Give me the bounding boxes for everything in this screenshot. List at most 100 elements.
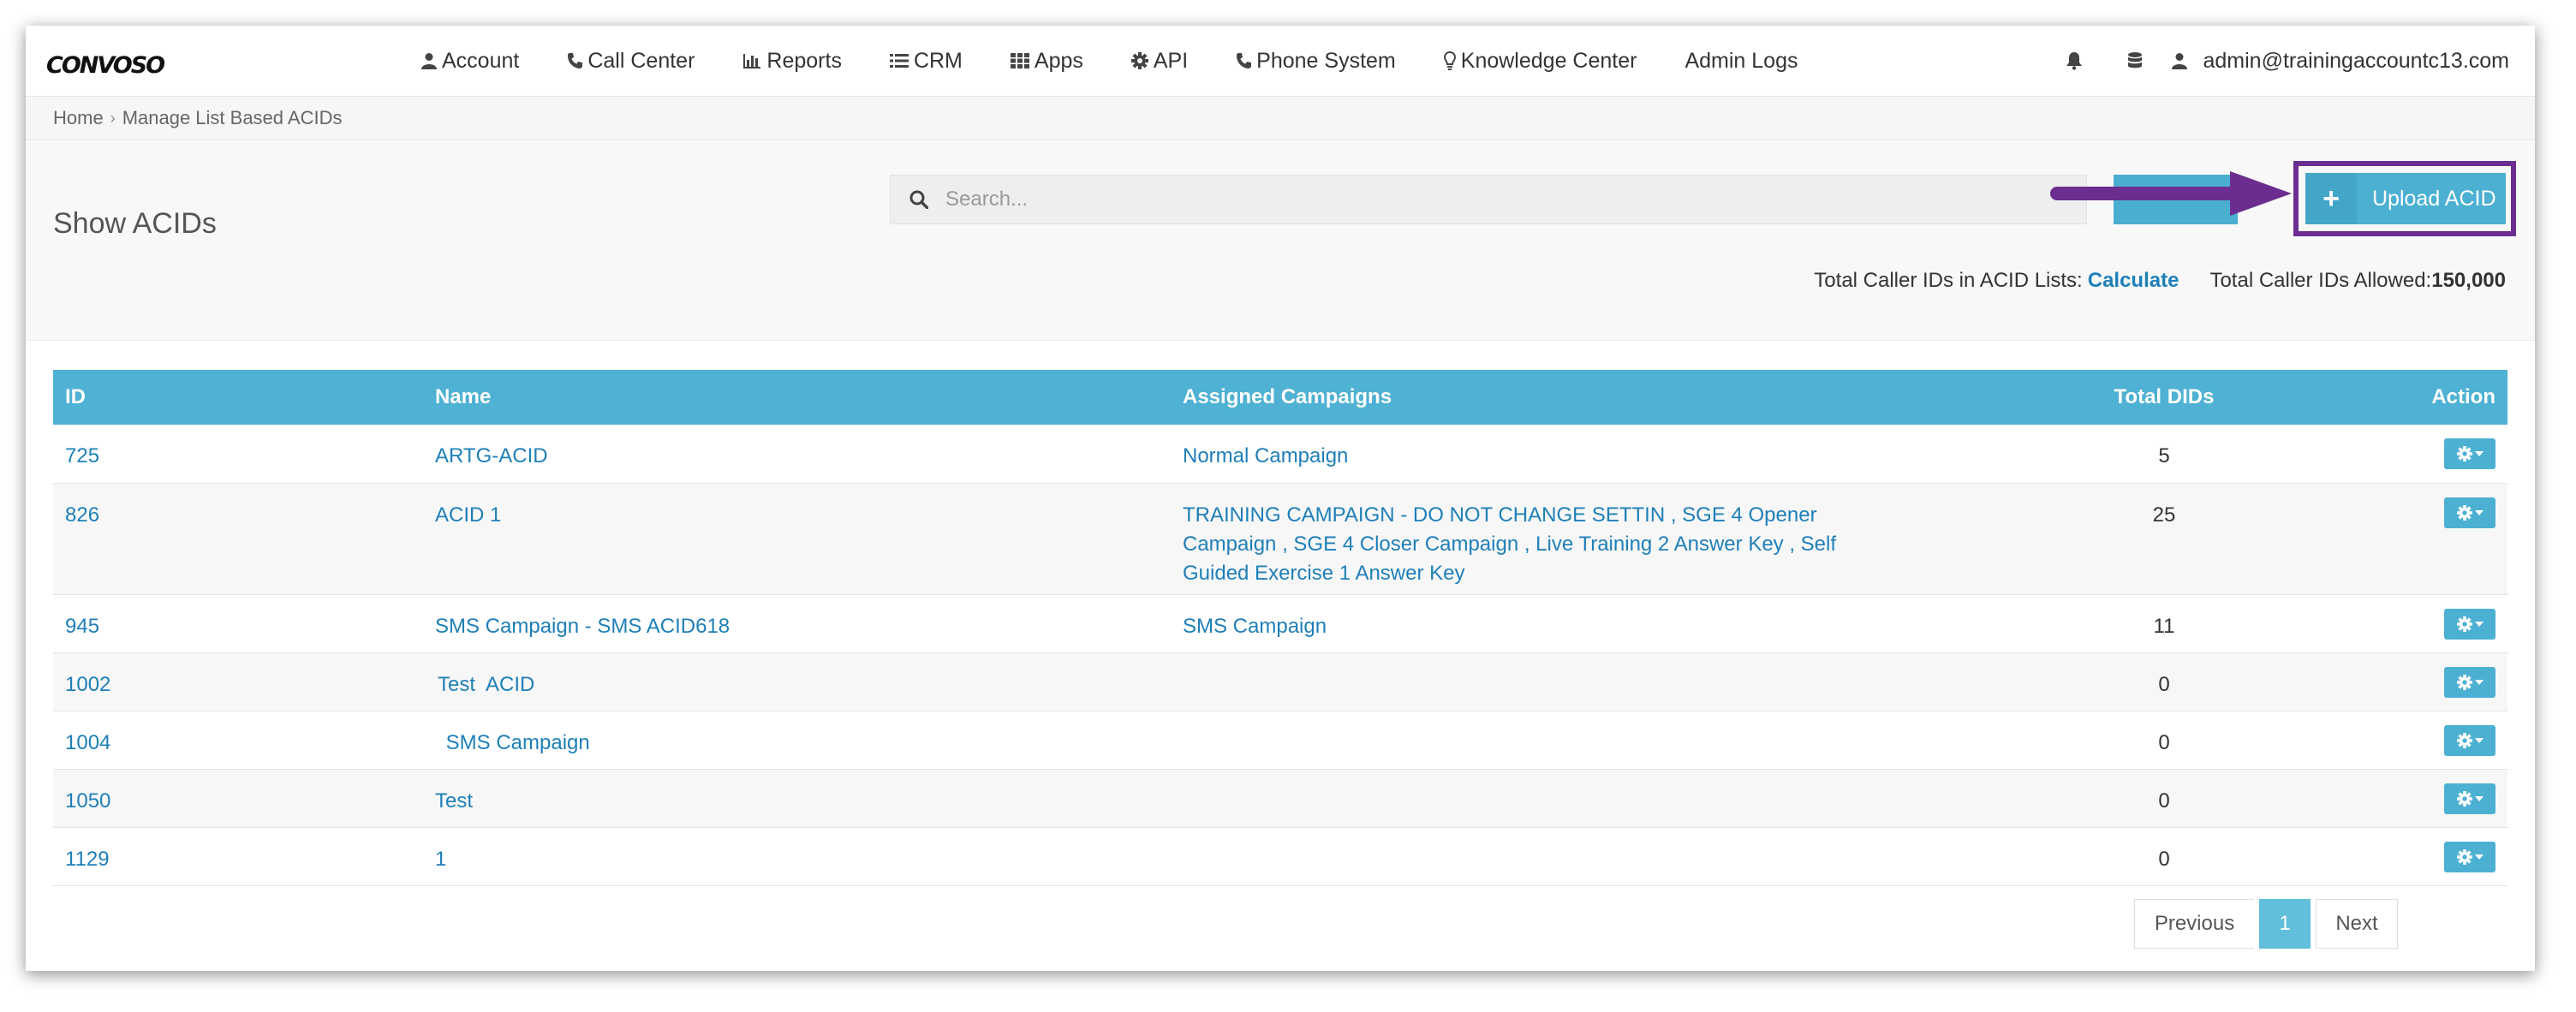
acid-table-container: ID Name Assigned Campaigns Total DIDs Ac…	[53, 370, 2507, 886]
nav-account-label: Account	[442, 48, 520, 73]
row-action-button[interactable]	[2444, 783, 2496, 814]
table-row: 725 ARTG-ACID Normal Campaign 5	[53, 425, 2507, 484]
table-row: 1004 SMS Campaign 0	[53, 711, 2507, 770]
row-name[interactable]: SMS Campaign - SMS ACID618	[423, 594, 1171, 653]
allowed-value: 150,000	[2431, 269, 2506, 292]
next-page-button[interactable]: Next	[2316, 899, 2398, 949]
convoso-logo[interactable]: CONVOSO	[46, 43, 165, 81]
phone-icon	[1237, 53, 1252, 68]
row-id[interactable]: 1004	[53, 711, 423, 770]
calculate-link[interactable]: Calculate	[2088, 269, 2179, 293]
caret-down-icon	[2474, 737, 2484, 743]
header-panel: Show ACIDs + Upload ACID Total Caller ID…	[26, 142, 2535, 341]
caret-down-icon	[2474, 509, 2484, 515]
allowed-label: Total Caller IDs Allowed:	[2209, 269, 2432, 292]
nav-admin-logs[interactable]: Admin Logs	[1685, 49, 1798, 74]
row-action-button[interactable]	[2444, 666, 2496, 698]
row-campaigns[interactable]	[1171, 711, 2066, 770]
nav-admin-logs-label: Admin Logs	[1685, 48, 1798, 73]
row-action-button[interactable]	[2444, 724, 2496, 756]
grid-icon	[1010, 53, 1029, 68]
row-id[interactable]: 826	[53, 483, 423, 595]
nav-reports-label: Reports	[766, 48, 842, 73]
nav-apps-label: Apps	[1034, 48, 1083, 73]
navbar-right: admin@trainingaccountc13.com	[2021, 26, 2509, 96]
page-title: Show ACIDs	[53, 207, 217, 240]
nav-reports[interactable]: Reports	[742, 49, 842, 74]
arrow-annotation-icon	[2050, 171, 2292, 216]
upload-acid-label: Upload ACID	[2372, 186, 2496, 211]
nav-call-center[interactable]: Call Center	[567, 49, 695, 74]
table-row: 1129 1 0	[53, 827, 2507, 886]
row-id[interactable]: 1002	[53, 652, 423, 711]
row-campaigns[interactable]	[1171, 827, 2066, 886]
row-id[interactable]: 725	[53, 425, 423, 484]
breadcrumb-home[interactable]: Home	[53, 107, 104, 129]
bell-icon[interactable]	[2066, 51, 2083, 70]
row-id[interactable]: 1050	[53, 769, 423, 828]
user-email: admin@trainingaccountc13.com	[2203, 48, 2509, 73]
database-icon[interactable]	[2127, 51, 2143, 70]
row-total-dids: 0	[2066, 769, 2263, 828]
column-header-total-dids[interactable]: Total DIDs	[2066, 370, 2263, 425]
nav-account[interactable]: Account	[421, 49, 519, 74]
column-header-name[interactable]: Name	[423, 370, 1171, 425]
nav-crm[interactable]: CRM	[889, 48, 963, 74]
caret-down-icon	[2474, 854, 2484, 860]
previous-page-button[interactable]: Previous	[2134, 899, 2254, 949]
row-action-button[interactable]	[2444, 497, 2496, 528]
pagination: Previous 1 Next	[2134, 899, 2398, 949]
app-window: CONVOSO Account Call Center Reports CRM …	[26, 26, 2535, 971]
row-campaigns[interactable]: TRAINING CAMPAIGN - DO NOT CHANGE SETTIN…	[1171, 483, 2066, 595]
caller-id-totals: Total Caller IDs in ACID Lists: Calculat…	[1814, 269, 2506, 293]
row-name[interactable]: 1	[423, 827, 1171, 886]
row-name[interactable]: Test ACID	[423, 652, 1171, 711]
row-name[interactable]: Test	[423, 769, 1171, 828]
gear-icon	[2456, 446, 2472, 461]
row-campaigns[interactable]: SMS Campaign	[1171, 594, 2066, 653]
row-action-button[interactable]	[2444, 438, 2496, 469]
phone-icon	[568, 53, 583, 68]
acid-table: ID Name Assigned Campaigns Total DIDs Ac…	[53, 370, 2507, 886]
gear-icon	[2456, 732, 2472, 748]
nav-knowledge-center[interactable]: Knowledge Center	[1443, 49, 1637, 74]
nav-crm-label: CRM	[913, 48, 963, 73]
column-header-id[interactable]: ID	[53, 370, 423, 425]
table-row: 1002 Test ACID 0	[53, 652, 2507, 711]
nav-phone-system[interactable]: Phone System	[1236, 49, 1396, 74]
row-campaigns[interactable]	[1171, 652, 2066, 711]
search-box[interactable]	[890, 175, 2087, 224]
table-row: 826 ACID 1 TRAINING CAMPAIGN - DO NOT CH…	[53, 483, 2507, 595]
nav-api[interactable]: API	[1130, 48, 1189, 74]
search-input[interactable]	[945, 188, 2059, 211]
row-name[interactable]: SMS Campaign	[423, 711, 1171, 770]
gear-icon	[2456, 848, 2472, 865]
user-menu[interactable]: admin@trainingaccountc13.com	[2172, 49, 2509, 74]
column-header-action: Action	[2431, 385, 2496, 408]
top-navbar: CONVOSO Account Call Center Reports CRM …	[26, 26, 2535, 96]
breadcrumb: Home › Manage List Based ACIDs	[26, 96, 2535, 140]
column-header-campaigns[interactable]: Assigned Campaigns	[1171, 370, 2066, 425]
row-action-button[interactable]	[2444, 841, 2496, 872]
gear-icon	[2456, 504, 2472, 521]
nav-api-label: API	[1153, 48, 1189, 73]
caret-down-icon	[2474, 621, 2484, 627]
row-name[interactable]: ARTG-ACID	[423, 425, 1171, 484]
nav-phone-system-label: Phone System	[1256, 48, 1396, 73]
row-id[interactable]: 945	[53, 594, 423, 653]
page-1-button[interactable]: 1	[2259, 899, 2311, 949]
row-total-dids: 25	[2066, 483, 2263, 595]
row-total-dids: 5	[2066, 425, 2263, 484]
row-action-button[interactable]	[2444, 608, 2496, 640]
row-name[interactable]: ACID 1	[423, 483, 1171, 595]
table-header-row: ID Name Assigned Campaigns Total DIDs Ac…	[53, 370, 2507, 425]
search-icon	[909, 190, 928, 209]
upload-acid-button[interactable]: + Upload ACID	[2305, 173, 2506, 224]
row-campaigns[interactable]: Normal Campaign	[1171, 425, 2066, 484]
row-campaigns[interactable]	[1171, 769, 2066, 828]
caret-down-icon	[2474, 795, 2484, 801]
list-icon	[889, 54, 909, 68]
nav-apps[interactable]: Apps	[1010, 48, 1083, 74]
row-total-dids: 11	[2066, 594, 2263, 653]
row-id[interactable]: 1129	[53, 827, 423, 886]
